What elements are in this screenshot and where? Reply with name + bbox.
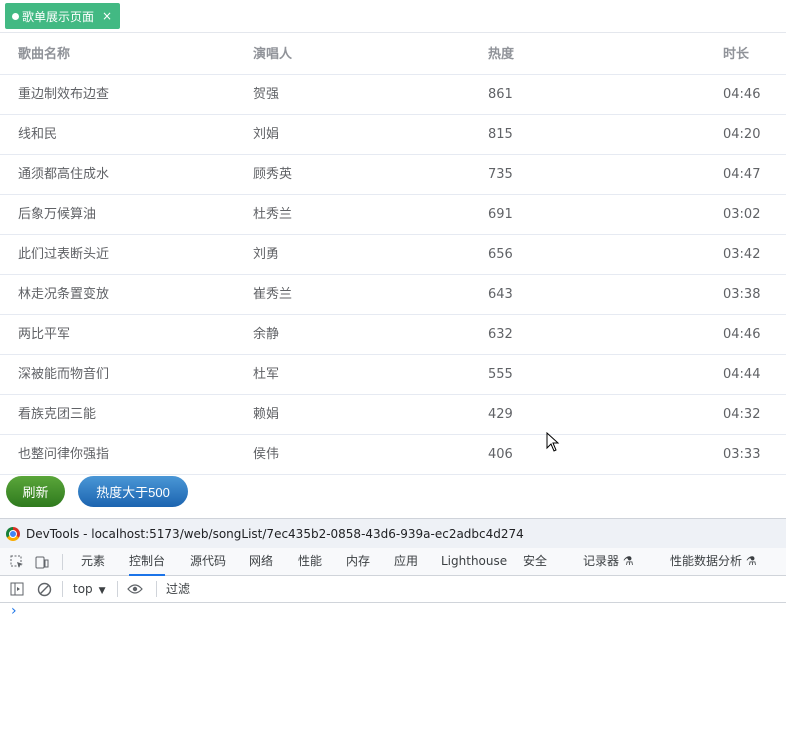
cell-song-name: 深被能而物音们: [18, 367, 110, 382]
cell-popularity: 555: [488, 367, 513, 382]
eye-icon[interactable]: [127, 581, 143, 597]
cell-singer: 崔秀兰: [253, 287, 293, 302]
inspect-element-icon[interactable]: [9, 554, 25, 570]
devtools-tab[interactable]: 元素: [81, 548, 105, 576]
header-singer[interactable]: 演唱人: [253, 35, 292, 75]
cell-singer: 杜秀兰: [253, 207, 293, 222]
active-dot-icon: [12, 12, 19, 20]
cell-song-name: 两比平军: [18, 327, 71, 342]
cell-song-name: 后象万候算油: [18, 207, 97, 222]
table-row[interactable]: 也整问律你强指 侯伟 406 03:33: [0, 435, 786, 475]
cell-song-name: 此们过表断头近: [18, 247, 110, 262]
refresh-button[interactable]: 刷新: [6, 476, 65, 507]
cell-singer: 杜军: [253, 367, 280, 382]
cell-singer: 赖娟: [253, 407, 280, 422]
cell-duration: 04:32: [723, 407, 761, 422]
console-filter-input[interactable]: 过滤: [166, 576, 190, 603]
header-duration[interactable]: 时长: [723, 35, 749, 75]
table-row[interactable]: 通须都高住成水 顾秀英 735 04:47: [0, 155, 786, 195]
tags-view-bar: 歌单展示页面 ×: [0, 0, 786, 33]
header-song-name[interactable]: 歌曲名称: [18, 35, 70, 75]
cell-popularity: 406: [488, 447, 513, 462]
song-table: 歌曲名称 演唱人 热度 时长 重边制效布边查 贺强 861 04:46 线和民 刘娟 815…: [0, 35, 786, 475]
cell-duration: 03:02: [723, 207, 761, 222]
cell-singer: 贺强: [253, 87, 280, 102]
mouse-cursor-icon: [546, 432, 560, 452]
cell-song-name: 通须都高住成水: [18, 167, 110, 182]
header-popularity[interactable]: 热度: [488, 35, 514, 75]
cell-song-name: 也整问律你强指: [18, 447, 110, 462]
cell-song-name: 线和民: [18, 127, 58, 142]
toolbar-divider: [62, 554, 63, 570]
devtools-tab[interactable]: 网络: [249, 548, 273, 576]
sidebar-toggle-icon[interactable]: [9, 581, 25, 597]
cell-song-name: 看族克团三能: [18, 407, 97, 422]
devtools-tab[interactable]: 性能数据分析 ⚗: [670, 548, 757, 576]
clear-console-icon[interactable]: [36, 581, 52, 597]
devtools-tab[interactable]: Lighthouse: [441, 548, 507, 576]
table-row[interactable]: 线和民 刘娟 815 04:20: [0, 115, 786, 155]
cell-duration: 03:42: [723, 247, 761, 262]
console-prompt-icon[interactable]: ›: [11, 603, 17, 619]
devtools-tab[interactable]: 性能: [298, 548, 322, 576]
cell-singer: 顾秀英: [253, 167, 293, 182]
cell-popularity: 815: [488, 127, 513, 142]
cell-song-name: 林走况条置变放: [18, 287, 110, 302]
table-row[interactable]: 后象万候算油 杜秀兰 691 03:02: [0, 195, 786, 235]
dropdown-arrow-icon: ▼: [98, 586, 106, 596]
close-icon[interactable]: ×: [102, 10, 112, 22]
table-row[interactable]: 重边制效布边查 贺强 861 04:46: [0, 75, 786, 115]
cell-singer: 刘娟: [253, 127, 280, 142]
cell-singer: 刘勇: [253, 247, 280, 262]
devtools-tab[interactable]: 源代码: [190, 548, 226, 576]
cell-popularity: 861: [488, 87, 513, 102]
cell-duration: 04:46: [723, 87, 761, 102]
cell-popularity: 735: [488, 167, 513, 182]
tag-song-list[interactable]: 歌单展示页面 ×: [5, 3, 121, 29]
cell-duration: 04:20: [723, 127, 761, 142]
table-row[interactable]: 林走况条置变放 崔秀兰 643 03:38: [0, 275, 786, 315]
cell-song-name: 重边制效布边查: [18, 87, 110, 102]
context-label: top: [73, 582, 93, 596]
devtools-title: DevTools - localhost:5173/web/songList/7…: [26, 526, 524, 541]
filter-popularity-button[interactable]: 热度大于500: [78, 476, 188, 507]
context-selector[interactable]: top ▼: [73, 576, 106, 603]
table-row[interactable]: 看族克团三能 赖娟 429 04:32: [0, 395, 786, 435]
tag-label: 歌单展示页面: [22, 9, 95, 24]
cell-singer: 侯伟: [253, 447, 280, 462]
table-row[interactable]: 此们过表断头近 刘勇 656 03:42: [0, 235, 786, 275]
cell-duration: 04:46: [723, 327, 761, 342]
cell-duration: 04:44: [723, 367, 761, 382]
cell-popularity: 656: [488, 247, 513, 262]
cell-popularity: 691: [488, 207, 513, 222]
cell-popularity: 429: [488, 407, 513, 422]
devtools-titlebar: DevTools - localhost:5173/web/songList/7…: [0, 519, 786, 548]
table-row[interactable]: 两比平军 余静 632 04:46: [0, 315, 786, 355]
devtools-tab[interactable]: 内存: [346, 548, 370, 576]
toolbar-divider: [156, 581, 157, 597]
devtools-tabbar: 元素 控制台 源代码 网络 性能 内存 应用 Lighthouse 安全 记录器 ⚗ 性能数据分析 …: [0, 548, 786, 576]
table-header: 歌曲名称 演唱人 热度 时长: [0, 35, 786, 75]
devtools-panel: DevTools - localhost:5173/web/songList/7…: [0, 518, 786, 736]
devtools-tab[interactable]: 应用: [394, 548, 418, 576]
table-row[interactable]: 深被能而物音们 杜军 555 04:44: [0, 355, 786, 395]
toolbar-divider: [117, 581, 118, 597]
device-toolbar-icon[interactable]: [34, 554, 50, 570]
chrome-icon: [6, 526, 20, 541]
devtools-tab[interactable]: 记录器 ⚗: [583, 548, 634, 576]
cell-popularity: 643: [488, 287, 513, 302]
cell-singer: 余静: [253, 327, 280, 342]
cell-duration: 03:38: [723, 287, 761, 302]
devtools-tab[interactable]: 控制台: [129, 548, 166, 576]
cell-popularity: 632: [488, 327, 513, 342]
toolbar-divider: [62, 581, 63, 597]
devtools-tab[interactable]: 安全: [523, 548, 547, 576]
console-toolbar: top ▼ 过滤: [0, 576, 786, 603]
cell-duration: 03:33: [723, 447, 761, 462]
cell-duration: 04:47: [723, 167, 761, 182]
